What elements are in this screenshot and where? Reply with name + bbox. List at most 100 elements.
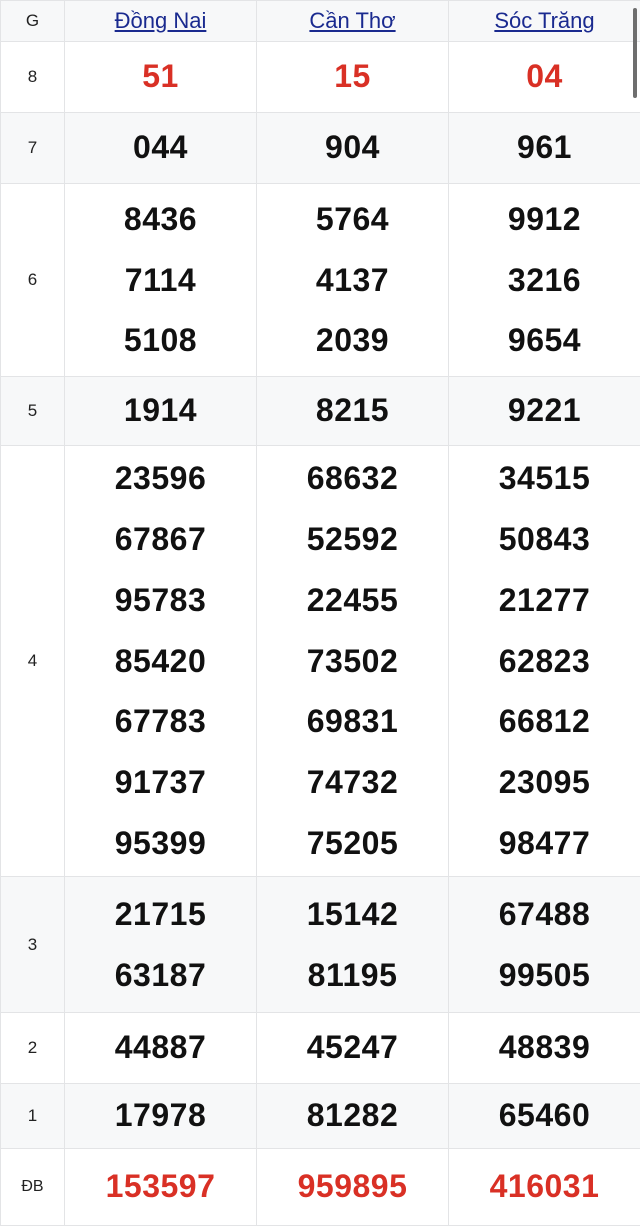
result-number: 62823 xyxy=(449,631,640,692)
result-number: 51 xyxy=(65,59,256,94)
table-row: 8 51 15 04 xyxy=(1,42,640,113)
result-number: 34515 xyxy=(449,448,640,509)
result-number: 17978 xyxy=(65,1098,256,1133)
result-cell: 961 xyxy=(449,113,640,184)
result-number: 9912 xyxy=(449,189,640,250)
result-cell: 5764 4137 2039 xyxy=(257,184,449,377)
result-number: 81282 xyxy=(257,1098,448,1133)
prize-label: ĐB xyxy=(1,1149,65,1226)
vertical-scrollbar-thumb[interactable] xyxy=(633,8,637,98)
result-number: 044 xyxy=(65,130,256,165)
table-row: ĐB 153597 959895 416031 xyxy=(1,1149,640,1226)
result-number: 21277 xyxy=(449,570,640,631)
result-number: 74732 xyxy=(257,752,448,813)
result-number: 95783 xyxy=(65,570,256,631)
result-cell: 68632 52592 22455 73502 69831 74732 7520… xyxy=(257,446,449,877)
result-cell: 04 xyxy=(449,42,640,113)
result-number: 66812 xyxy=(449,691,640,752)
result-number: 69831 xyxy=(257,691,448,752)
result-number: 85420 xyxy=(65,631,256,692)
result-number: 959895 xyxy=(257,1169,448,1204)
prize-label: 8 xyxy=(1,42,65,113)
province-header-can-tho: Cần Thơ xyxy=(257,1,449,42)
result-number: 98477 xyxy=(449,813,640,874)
table-row: 3 21715 63187 15142 81195 67488 99505 xyxy=(1,877,640,1013)
prize-label: 2 xyxy=(1,1013,65,1084)
result-number: 63187 xyxy=(65,945,256,1006)
prize-label: 7 xyxy=(1,113,65,184)
result-cell: 21715 63187 xyxy=(65,877,257,1013)
result-number: 65460 xyxy=(449,1098,640,1133)
result-number: 153597 xyxy=(65,1169,256,1204)
table-row: 4 23596 67867 95783 85420 67783 91737 95… xyxy=(1,446,640,877)
province-header-soc-trang: Sóc Trăng xyxy=(449,1,640,42)
result-number: 8215 xyxy=(257,393,448,428)
result-number: 48839 xyxy=(449,1030,640,1065)
result-cell: 23596 67867 95783 85420 67783 91737 9539… xyxy=(65,446,257,877)
province-header-dong-nai: Đồng Nai xyxy=(65,1,257,42)
result-cell: 34515 50843 21277 62823 66812 23095 9847… xyxy=(449,446,640,877)
result-number: 44887 xyxy=(65,1030,256,1065)
result-number: 9654 xyxy=(449,310,640,371)
table-row: 7 044 904 961 xyxy=(1,113,640,184)
prize-column-header: G xyxy=(1,1,65,42)
table-row: 1 17978 81282 65460 xyxy=(1,1084,640,1149)
table-row: 5 1914 8215 9221 xyxy=(1,377,640,446)
vertical-scrollbar-track[interactable] xyxy=(631,0,640,1205)
result-number: 15142 xyxy=(257,884,448,945)
result-number: 67783 xyxy=(65,691,256,752)
result-cell: 9912 3216 9654 xyxy=(449,184,640,377)
province-link-dong-nai[interactable]: Đồng Nai xyxy=(115,9,207,33)
result-cell: 153597 xyxy=(65,1149,257,1226)
result-cell: 44887 xyxy=(65,1013,257,1084)
result-number: 21715 xyxy=(65,884,256,945)
lottery-results-table: G Đồng Nai Cần Thơ Sóc Trăng 8 51 15 04 xyxy=(0,0,640,1226)
result-cell: 15142 81195 xyxy=(257,877,449,1013)
result-number: 904 xyxy=(257,130,448,165)
result-number: 5108 xyxy=(65,310,256,371)
result-cell: 9221 xyxy=(449,377,640,446)
result-number: 68632 xyxy=(257,448,448,509)
result-number: 2039 xyxy=(257,310,448,371)
table-row: 2 44887 45247 48839 xyxy=(1,1013,640,1084)
result-number: 99505 xyxy=(449,945,640,1006)
table-row: 6 8436 7114 5108 5764 4137 2039 9912 321… xyxy=(1,184,640,377)
result-cell: 044 xyxy=(65,113,257,184)
result-number: 67867 xyxy=(65,509,256,570)
result-number: 50843 xyxy=(449,509,640,570)
result-cell: 416031 xyxy=(449,1149,640,1226)
result-number: 23095 xyxy=(449,752,640,813)
result-number: 67488 xyxy=(449,884,640,945)
result-number: 73502 xyxy=(257,631,448,692)
result-number: 45247 xyxy=(257,1030,448,1065)
result-number: 04 xyxy=(449,59,640,94)
result-cell: 1914 xyxy=(65,377,257,446)
table-header-row: G Đồng Nai Cần Thơ Sóc Trăng xyxy=(1,1,640,42)
result-number: 9221 xyxy=(449,393,640,428)
result-cell: 45247 xyxy=(257,1013,449,1084)
prize-label: 5 xyxy=(1,377,65,446)
result-cell: 15 xyxy=(257,42,449,113)
result-number: 4137 xyxy=(257,250,448,311)
result-cell: 959895 xyxy=(257,1149,449,1226)
result-cell: 51 xyxy=(65,42,257,113)
result-number: 81195 xyxy=(257,945,448,1006)
result-cell: 8436 7114 5108 xyxy=(65,184,257,377)
result-cell: 81282 xyxy=(257,1084,449,1149)
province-link-soc-trang[interactable]: Sóc Trăng xyxy=(494,9,594,33)
result-number: 91737 xyxy=(65,752,256,813)
result-number: 5764 xyxy=(257,189,448,250)
prize-label: 3 xyxy=(1,877,65,1013)
result-cell: 48839 xyxy=(449,1013,640,1084)
result-cell: 65460 xyxy=(449,1084,640,1149)
result-number: 961 xyxy=(449,130,640,165)
result-cell: 67488 99505 xyxy=(449,877,640,1013)
prize-label: 4 xyxy=(1,446,65,877)
result-number: 95399 xyxy=(65,813,256,874)
table-body: 8 51 15 04 7 044 904 961 6 xyxy=(1,42,640,1226)
result-number: 15 xyxy=(257,59,448,94)
result-number: 23596 xyxy=(65,448,256,509)
province-link-can-tho[interactable]: Cần Thơ xyxy=(309,9,395,33)
result-cell: 17978 xyxy=(65,1084,257,1149)
result-number: 8436 xyxy=(65,189,256,250)
